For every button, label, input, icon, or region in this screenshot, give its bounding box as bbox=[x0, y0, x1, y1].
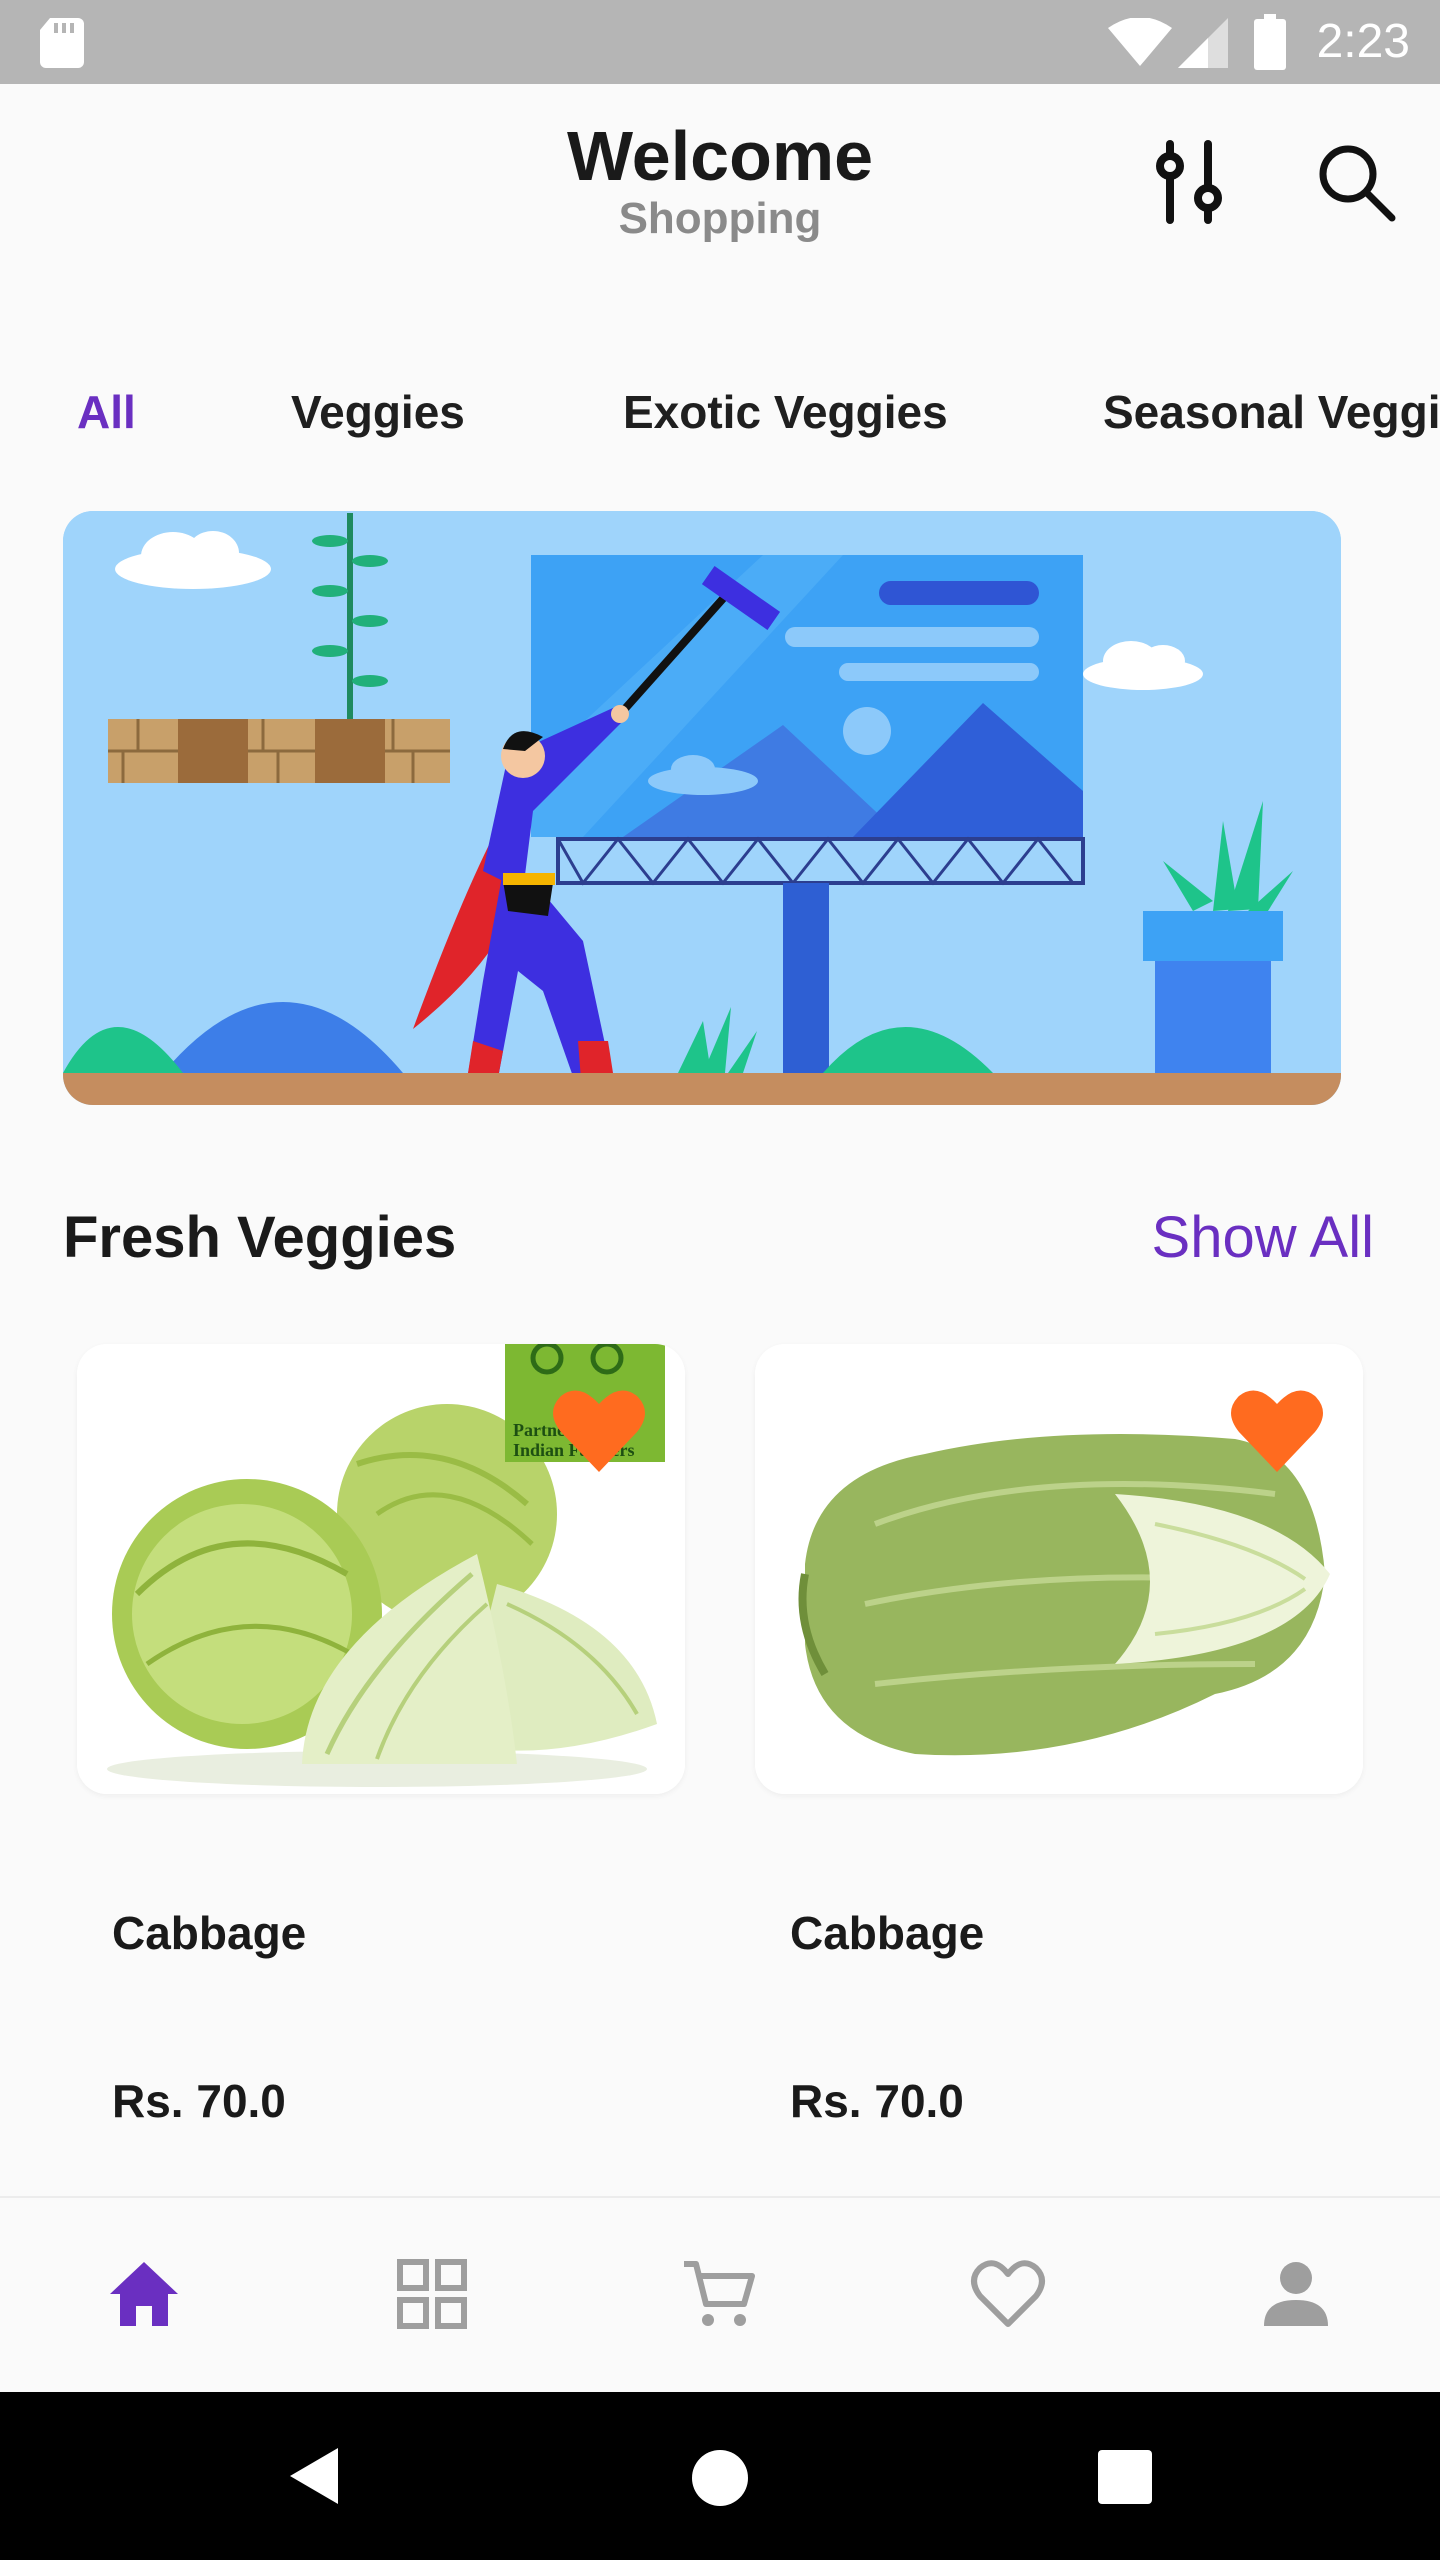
status-time: 2:23 bbox=[1316, 15, 1410, 68]
banner-illustration bbox=[63, 511, 1341, 1105]
status-bar: 2:23 bbox=[0, 0, 1440, 84]
battery-icon bbox=[1254, 14, 1286, 70]
home-icon[interactable] bbox=[106, 2256, 182, 2332]
sd-card-icon bbox=[40, 18, 84, 68]
product-card-image[interactable] bbox=[755, 1344, 1363, 1794]
person-icon[interactable] bbox=[1258, 2256, 1334, 2332]
recents-icon[interactable] bbox=[1098, 2450, 1152, 2504]
home-button-icon[interactable] bbox=[690, 2448, 750, 2508]
cart-icon[interactable] bbox=[680, 2256, 756, 2332]
product-price: Rs. 70.0 bbox=[790, 2075, 964, 2127]
signal-icon bbox=[1178, 18, 1228, 68]
show-all-link[interactable]: Show All bbox=[1152, 1204, 1374, 1271]
tab-veggies[interactable]: Veggies bbox=[291, 385, 465, 439]
tab-all[interactable]: All bbox=[77, 385, 136, 439]
favorite-heart-icon[interactable] bbox=[553, 1388, 645, 1472]
section-title: Fresh Veggies bbox=[63, 1205, 457, 1270]
back-icon[interactable] bbox=[286, 2446, 342, 2506]
search-icon[interactable] bbox=[1316, 142, 1396, 222]
system-nav-bar bbox=[0, 2392, 1440, 2560]
wifi-icon bbox=[1108, 18, 1172, 66]
heart-outline-icon[interactable] bbox=[970, 2256, 1046, 2332]
product-card-image[interactable]: Partner with Indian Farmers bbox=[77, 1344, 685, 1794]
product-price: Rs. 70.0 bbox=[112, 2075, 286, 2127]
promo-banner[interactable] bbox=[63, 511, 1341, 1105]
grid-icon[interactable] bbox=[394, 2256, 470, 2332]
filter-sliders-icon[interactable] bbox=[1150, 140, 1230, 224]
tab-exotic-veggies[interactable]: Exotic Veggies bbox=[623, 385, 948, 439]
product-name: Cabbage bbox=[112, 1907, 307, 1959]
tab-seasonal-veggies[interactable]: Seasonal Veggies bbox=[1103, 385, 1440, 439]
favorite-heart-icon[interactable] bbox=[1231, 1388, 1323, 1472]
product-name: Cabbage bbox=[790, 1907, 985, 1959]
